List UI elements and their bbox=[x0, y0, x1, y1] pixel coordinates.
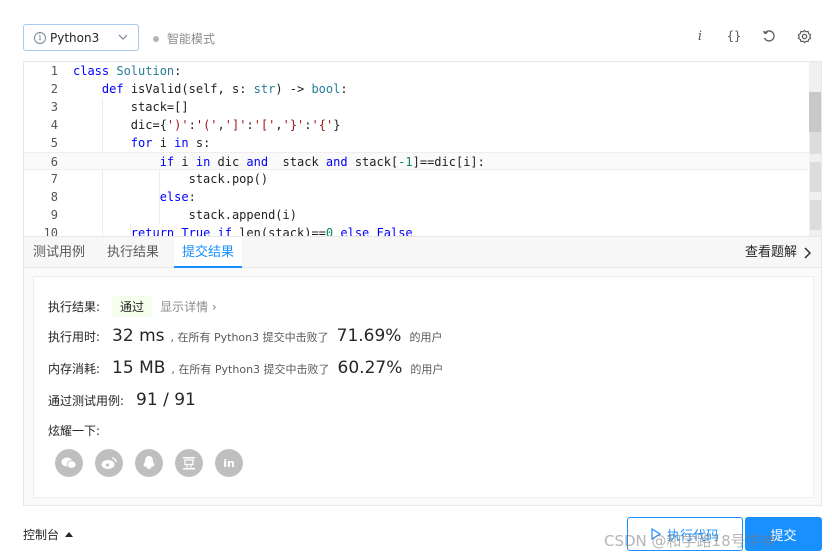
memory-percentile: 60.27% bbox=[337, 358, 403, 378]
memory-label: 内存消耗: bbox=[48, 362, 101, 376]
smart-mode-toggle[interactable]: 智能模式 bbox=[153, 30, 215, 47]
testcases-label: 通过测试用例: bbox=[48, 394, 125, 408]
code-line: 7 stack.pop() bbox=[50, 172, 269, 186]
tab-testcase[interactable]: 测试用例 bbox=[33, 237, 85, 268]
editor-toolbar: i Python3 智能模式 i {} bbox=[0, 0, 832, 60]
runtime-value: 32 ms bbox=[112, 326, 165, 346]
mode-dot-icon bbox=[153, 35, 159, 42]
status-row: 执行结果: 通过 显示详情 › bbox=[48, 296, 217, 317]
view-solutions-label: 查看题解 bbox=[744, 245, 797, 260]
code-line: 1 class Solution: bbox=[50, 64, 182, 78]
qq-icon[interactable] bbox=[135, 449, 163, 477]
tab-submit-result[interactable]: 提交结果 bbox=[174, 237, 243, 268]
linkedin-icon[interactable]: in bbox=[215, 449, 243, 477]
testcases-value: 91 / 91 bbox=[136, 390, 196, 410]
show-details-link[interactable]: 显示详情 › bbox=[160, 298, 217, 315]
memory-value: 15 MB bbox=[112, 358, 166, 378]
chevron-down-icon bbox=[118, 34, 128, 40]
share-label: 炫耀一下: bbox=[48, 424, 101, 438]
editor-scrollbar-thumb[interactable] bbox=[809, 92, 821, 132]
code-line: 2 def isValid(self, s: str) -> bool: bbox=[50, 82, 348, 96]
douban-icon[interactable] bbox=[175, 449, 203, 477]
memory-prefix: , 在所有 Python3 提交中击败了 bbox=[171, 363, 330, 376]
code-line: 10 return True if len(stack)==0 else Fal… bbox=[43, 226, 413, 236]
code-line: 5 for i in s: bbox=[50, 136, 211, 150]
language-value: Python3 bbox=[50, 30, 100, 45]
language-select[interactable]: i Python3 bbox=[23, 24, 139, 51]
runtime-row: 执行用时: 32 ms , 在所有 Python3 提交中击败了 71.69% … bbox=[48, 326, 442, 346]
console-toggle[interactable]: 控制台 bbox=[23, 526, 74, 543]
reset-icon[interactable] bbox=[760, 27, 778, 45]
share-row: 炫耀一下: bbox=[48, 422, 100, 439]
result-panel: 执行结果: 通过 显示详情 › 执行用时: 32 ms , 在所有 Python… bbox=[23, 268, 822, 506]
runtime-prefix: , 在所有 Python3 提交中击败了 bbox=[170, 331, 329, 344]
info-circle-icon: i bbox=[34, 31, 46, 44]
info-icon[interactable]: i bbox=[691, 27, 709, 45]
status-badge: 通过 bbox=[112, 296, 153, 317]
scrollbar-marker bbox=[810, 200, 821, 230]
runtime-percentile: 71.69% bbox=[336, 326, 402, 346]
tab-run-result[interactable]: 执行结果 bbox=[107, 237, 159, 268]
memory-suffix: 的用户 bbox=[410, 363, 444, 376]
testcases-row: 通过测试用例: 91 / 91 bbox=[48, 390, 202, 410]
console-label: 控制台 bbox=[23, 528, 60, 542]
memory-row: 内存消耗: 15 MB , 在所有 Python3 提交中击败了 60.27% … bbox=[48, 358, 443, 378]
csdn-watermark: CSDN @和学路18号学神 bbox=[604, 532, 776, 550]
caret-up-icon bbox=[65, 532, 74, 537]
runtime-suffix: 的用户 bbox=[409, 331, 443, 344]
result-tabs: 测试用例 执行结果 提交结果 查看题解 bbox=[23, 236, 822, 268]
code-line-active: 6 if i in dic and stack and stack[-1]==d… bbox=[24, 152, 814, 170]
status-label: 执行结果: bbox=[48, 300, 101, 314]
view-solutions-link[interactable]: 查看题解 bbox=[745, 237, 811, 268]
code-line: 9 stack.append(i) bbox=[50, 208, 297, 222]
weibo-icon[interactable] bbox=[95, 449, 123, 477]
runtime-label: 执行用时: bbox=[48, 330, 101, 344]
code-line: 4 dic={')':'(',']':'[','}':'{'} bbox=[50, 118, 341, 132]
mode-label: 智能模式 bbox=[167, 32, 216, 46]
result-card: 执行结果: 通过 显示详情 › 执行用时: 32 ms , 在所有 Python… bbox=[33, 276, 814, 498]
code-editor[interactable]: 1 class Solution: 2 def isValid(self, s: … bbox=[23, 61, 822, 236]
code-line: 3 stack=[] bbox=[50, 100, 189, 114]
code-braces-icon[interactable]: {} bbox=[725, 27, 743, 45]
code-line: 8 else: bbox=[50, 190, 196, 204]
scrollbar-marker bbox=[810, 162, 821, 192]
gear-icon[interactable] bbox=[795, 27, 813, 45]
wechat-icon[interactable] bbox=[55, 449, 83, 477]
chevron-right-icon bbox=[804, 247, 811, 258]
